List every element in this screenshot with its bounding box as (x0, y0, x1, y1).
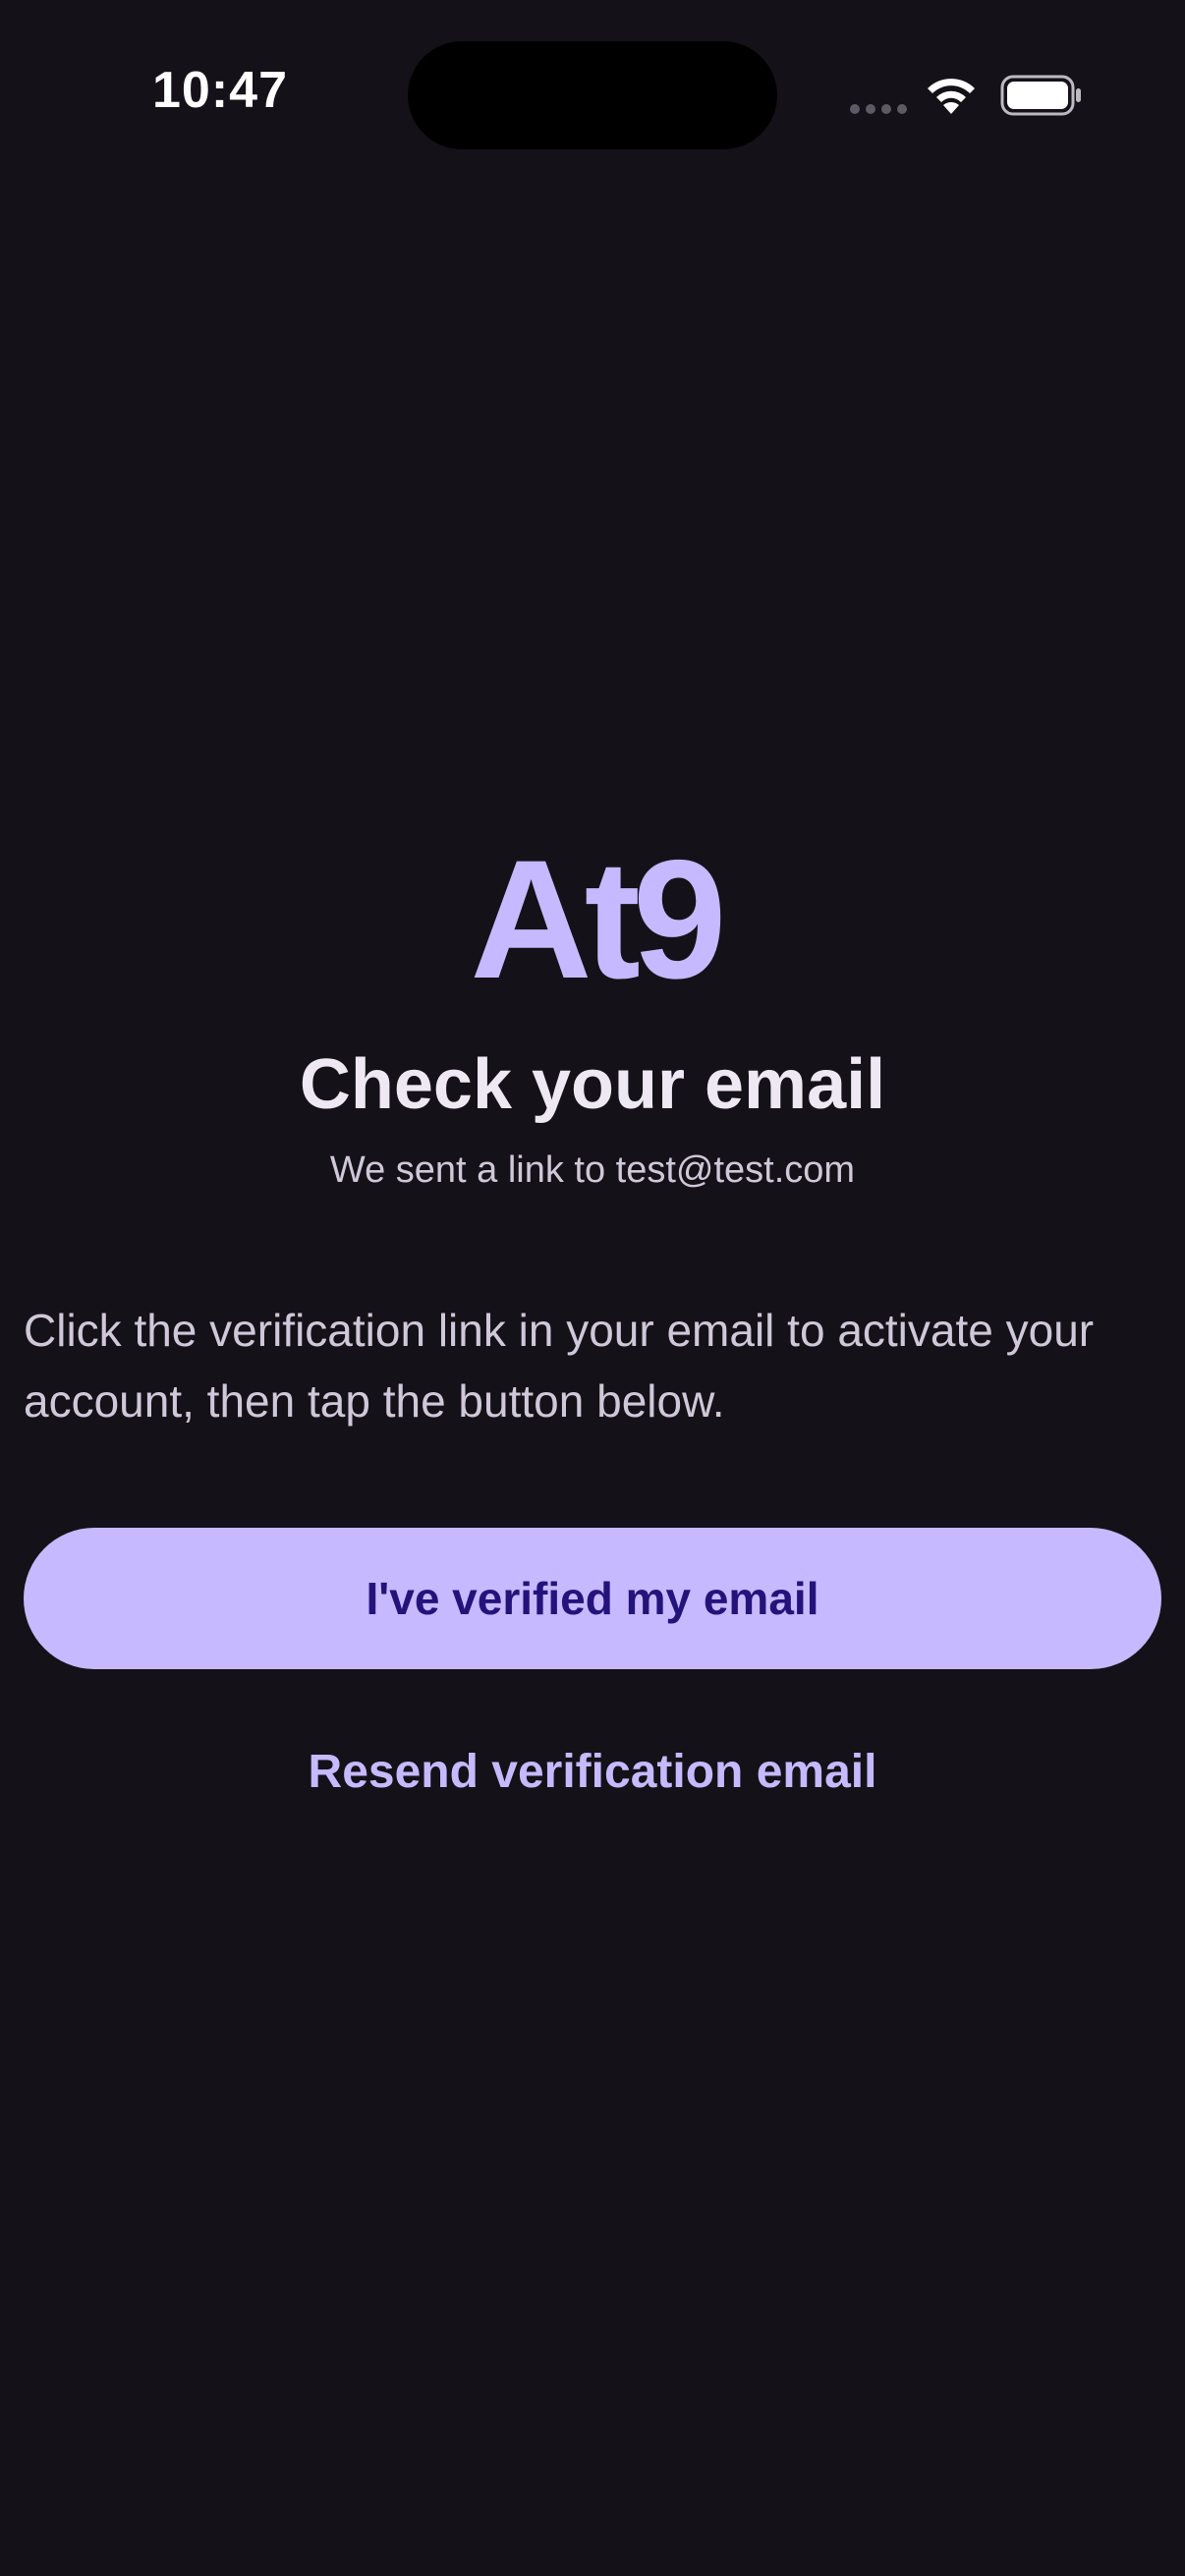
page-title: Check your email (299, 1045, 886, 1124)
wifi-icon (928, 79, 975, 114)
battery-icon (1000, 75, 1081, 116)
logo-text: At9 (470, 840, 720, 997)
signal-icon (850, 104, 907, 114)
verified-email-button[interactable]: I've verified my email (24, 1528, 1161, 1669)
dynamic-island (408, 41, 777, 149)
resend-verification-link[interactable]: Resend verification email (0, 1745, 1185, 1799)
status-time: 10:47 (152, 62, 288, 119)
status-bar: 10:47 (0, 0, 1185, 196)
sent-to-subtitle: We sent a link to test@test.com (329, 1149, 856, 1191)
app-logo: At9 (470, 840, 728, 997)
instructions-text: Click the verification link in your emai… (24, 1305, 1095, 1427)
verified-email-button-label: I've verified my email (366, 1573, 819, 1624)
